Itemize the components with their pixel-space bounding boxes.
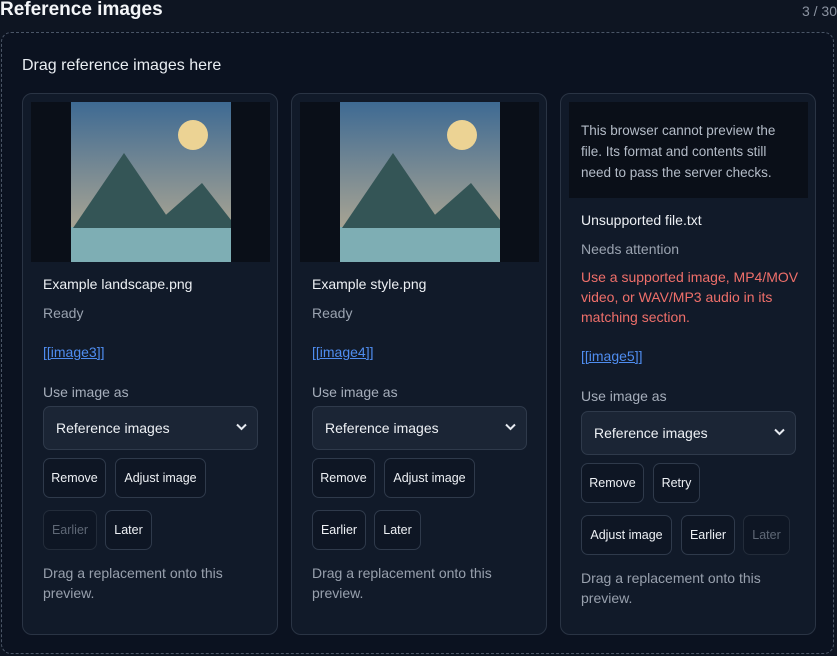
use-image-as-label: Use image as <box>43 384 129 400</box>
landscape-thumbnail-icon <box>71 102 231 262</box>
preview-message: This browser cannot preview the file. It… <box>581 123 776 180</box>
chevron-down-icon <box>505 423 516 431</box>
chevron-down-icon <box>774 428 785 436</box>
image-preview[interactable] <box>300 102 539 262</box>
file-name: Example landscape.png <box>43 276 193 292</box>
section-header: Reference images 3 / 30 <box>0 0 837 24</box>
select-value: Reference images <box>56 420 170 436</box>
use-image-as-select[interactable]: Reference images <box>312 406 527 450</box>
remove-button[interactable]: Remove <box>43 458 106 498</box>
adjust-image-button[interactable]: Adjust image <box>384 458 475 498</box>
reference-card: Example style.png Ready [[image4]] Use i… <box>291 93 547 635</box>
select-value: Reference images <box>594 425 708 441</box>
replace-hint: Drag a replacement onto this preview. <box>43 565 223 601</box>
file-name: Unsupported file.txt <box>581 212 702 228</box>
reference-dropzone[interactable]: Drag reference images here Example lands… <box>1 32 834 654</box>
earlier-button[interactable]: Earlier <box>681 515 735 555</box>
remove-button[interactable]: Remove <box>312 458 375 498</box>
image-preview[interactable] <box>31 102 270 262</box>
use-image-as-label: Use image as <box>312 384 398 400</box>
later-button[interactable]: Later <box>105 510 152 550</box>
adjust-image-button[interactable]: Adjust image <box>581 515 672 555</box>
chevron-down-icon <box>236 423 247 431</box>
unsupported-preview: This browser cannot preview the file. It… <box>569 102 808 198</box>
section-title: Reference images <box>0 0 163 20</box>
later-button: Later <box>743 515 790 555</box>
remove-button[interactable]: Remove <box>581 463 644 503</box>
retry-button[interactable]: Retry <box>653 463 700 503</box>
select-value: Reference images <box>325 420 439 436</box>
use-image-as-select[interactable]: Reference images <box>581 411 796 455</box>
image-token-link[interactable]: [[image5]] <box>581 348 642 364</box>
file-status: Ready <box>312 305 353 321</box>
earlier-button[interactable]: Earlier <box>312 510 366 550</box>
file-status: Needs attention <box>581 241 680 257</box>
file-name: Example style.png <box>312 276 427 292</box>
adjust-image-button[interactable]: Adjust image <box>115 458 206 498</box>
file-status: Ready <box>43 305 84 321</box>
image-token-link[interactable]: [[image3]] <box>43 344 104 360</box>
replace-hint: Drag a replacement onto this preview. <box>581 570 761 606</box>
use-image-as-select[interactable]: Reference images <box>43 406 258 450</box>
image-token-link[interactable]: [[image4]] <box>312 344 373 360</box>
image-count: 3 / 30 <box>801 3 837 19</box>
dropzone-title: Drag reference images here <box>22 57 222 74</box>
landscape-thumbnail-icon <box>340 102 500 262</box>
reference-card: This browser cannot preview the file. It… <box>560 93 816 635</box>
reference-card: Example landscape.png Ready [[image3]] U… <box>22 93 278 635</box>
use-image-as-label: Use image as <box>581 388 667 404</box>
replace-hint: Drag a replacement onto this preview. <box>312 565 492 601</box>
error-message: Use a supported image, MP4/MOV video, or… <box>581 269 799 325</box>
later-button[interactable]: Later <box>374 510 421 550</box>
earlier-button: Earlier <box>43 510 97 550</box>
